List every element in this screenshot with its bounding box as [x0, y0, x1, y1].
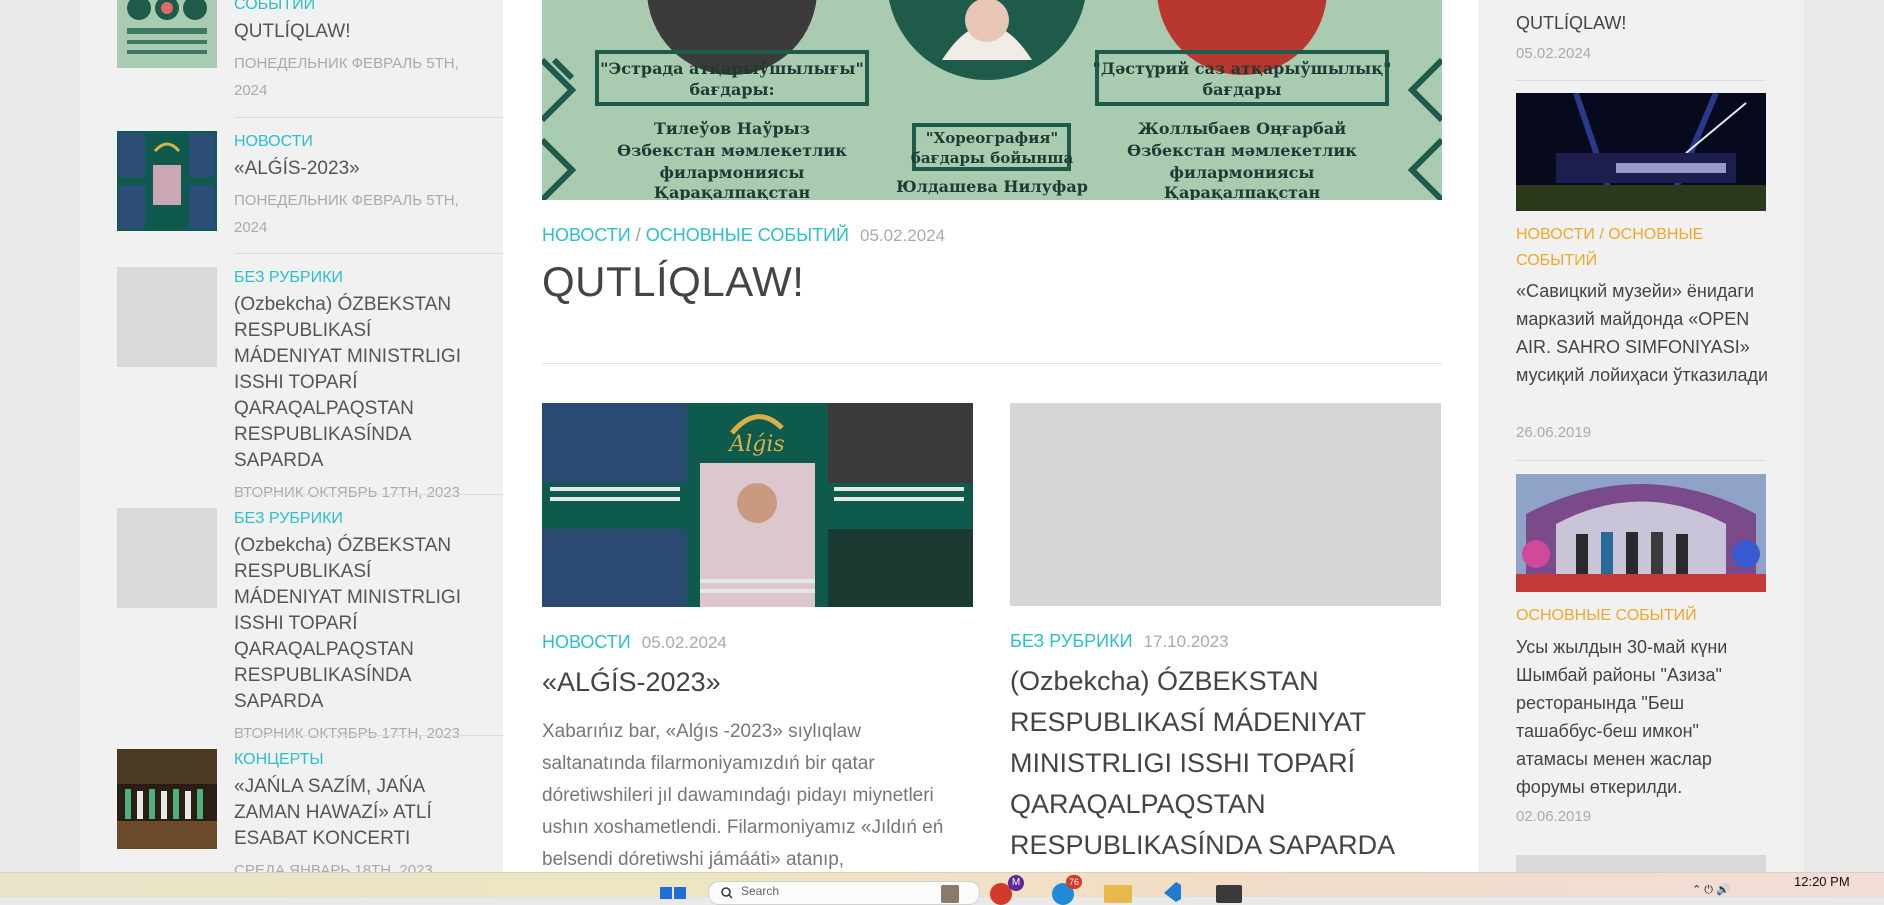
svg-text:Өзбекстан мәмлекетлик: Өзбекстан мәмлекетлик [617, 141, 847, 160]
placeholder-image[interactable] [1516, 855, 1766, 872]
widget-post-date: 02.06.2019 [1516, 808, 1592, 825]
widget-post-title[interactable]: QUTLÍQLAW! [1516, 9, 1768, 37]
divider [234, 494, 503, 495]
category-link[interactable]: НОВОСТИ [542, 225, 631, 245]
widget-post-date: 26.06.2019 [1516, 424, 1592, 441]
clock[interactable]: 12:20 PM [1794, 874, 1850, 889]
svg-text:"Хореография": "Хореография" [926, 129, 1058, 147]
divider [234, 735, 503, 736]
divider [542, 363, 1442, 364]
card-title[interactable]: (Ozbekcha) ÓZBEKSTAN RESPUBLIKASÍ MÁDENI… [1010, 661, 1441, 866]
widget-post-category[interactable]: ОСНОВНЫЕ СОБЫТИЙ [1516, 603, 1776, 629]
list-item[interactable]: КОНЦЕРТЫ «JAŃLA SAZÍM, JAŃA ZAMAN HAWAZÍ… [117, 749, 468, 872]
post-date: 05.02.2024 [859, 226, 946, 245]
post-title[interactable]: (Ozbekcha) ÓZBEKSTAN RESPUBLIKASÍ MÁDENI… [234, 292, 468, 474]
mail-badge: M [1008, 875, 1024, 891]
svg-text:бағдары: бағдары [1202, 80, 1281, 99]
post-category[interactable]: СОБЫТИЙ [234, 0, 468, 16]
left-sidebar: СОБЫТИЙ QUTLÍQLAW! ПОНЕДЕЛЬНИК ФЕВРАЛЬ 5… [80, 0, 503, 872]
post-thumbnail[interactable] [117, 749, 217, 849]
svg-text:Өзбекстан мәмлекетлик: Өзбекстан мәмлекетлик [1127, 141, 1357, 160]
post-title[interactable]: QUTLÍQLAW! [234, 19, 468, 45]
list-item[interactable]: БЕЗ РУБРИКИ (Ozbekcha) ÓZBEKSTAN RESPUBL… [117, 508, 468, 742]
svg-text:бағдары бойынша: бағдары бойынша [911, 149, 1074, 167]
card-meta: БЕЗ РУБРИКИ 17.10.2023 [1010, 629, 1229, 654]
right-sidebar: QUTLÍQLAW! 05.02.2024 НОВОСТИ / ОСНОВНЫЕ… [1478, 0, 1804, 872]
divider [234, 253, 503, 254]
svg-text:Жоллыбаев Оңғарбай: Жоллыбаев Оңғарбай [1138, 119, 1346, 138]
placeholder-thumbnail[interactable] [117, 508, 217, 608]
post-category[interactable]: НОВОСТИ [234, 131, 468, 153]
post-title[interactable]: «ALǴÍS-2023» [234, 156, 468, 182]
list-item[interactable]: НОВОСТИ «ALǴÍS-2023» ПОНЕДЕЛЬНИК ФЕВРАЛЬ… [117, 131, 468, 251]
post-date: ВТОРНИК ОКТЯБРЬ 17TH, 2023 [234, 725, 460, 742]
search-highlight-image [941, 885, 959, 903]
featured-meta: НОВОСТИ / ОСНОВНЫЕ СОБЫТИЙ 05.02.2024 [542, 223, 945, 248]
widget-post-title[interactable]: Усы жылдын 30-май күни Шымбай районы "Аз… [1516, 633, 1768, 801]
category-link[interactable]: ОСНОВНЫЕ СОБЫТИЙ [646, 225, 849, 245]
post-date: ПОНЕДЕЛЬНИК ФЕВРАЛЬ 5TH, 2024 [234, 55, 459, 99]
card-title[interactable]: «ALǴÍS-2023» [542, 662, 973, 703]
card-excerpt: Xabarıńız bar, «Alǵıs -2023» sıylıqlaw s… [542, 721, 944, 870]
alis-logo-text: Alǵis [727, 432, 784, 457]
vscode-icon[interactable] [1160, 881, 1182, 903]
main-content: "Эстрада атқарыўшылығы" бағдары: "Дәстүр… [503, 0, 1478, 872]
post-category[interactable]: КОНЦЕРТЫ [234, 749, 468, 771]
svg-text:"Дәстүрий саз атқарыўшылық": "Дәстүрий саз атқарыўшылық" [1093, 59, 1392, 78]
svg-text:Қарақалпақстан: Қарақалпақстан [654, 183, 811, 200]
terminal-icon[interactable] [1216, 885, 1242, 903]
post-title[interactable]: «JAŃLA SAZÍM, JAŃA ZAMAN HAWAZÍ» ATLÍ ES… [234, 774, 468, 852]
post-date: 17.10.2023 [1143, 632, 1229, 651]
post-date: ВТОРНИК ОКТЯБРЬ 17TH, 2023 [234, 484, 460, 501]
post-title[interactable]: (Ozbekcha) ÓZBEKSTAN RESPUBLIKASÍ MÁDENI… [234, 533, 468, 715]
svg-text:Юлдашева Нилуфар: Юлдашева Нилуфар [896, 177, 1088, 196]
post-date: 05.02.2024 [641, 633, 727, 652]
notification-badge: 76 [1066, 875, 1083, 889]
placeholder-thumbnail[interactable] [117, 267, 217, 367]
widget-post-category[interactable]: НОВОСТИ / ОСНОВНЫЕ СОБЫТИЙ [1516, 222, 1776, 274]
svg-text:бағдары:: бағдары: [689, 80, 774, 99]
category-separator: / [635, 225, 641, 245]
widget-post-image[interactable] [1516, 93, 1766, 211]
search-icon [721, 887, 733, 899]
post-thumbnail[interactable] [117, 131, 217, 231]
post-category[interactable]: БЕЗ РУБРИКИ [234, 267, 468, 289]
card-image[interactable]: Alǵis [542, 403, 973, 607]
taskbar-search[interactable]: Search [708, 881, 980, 905]
post-category[interactable]: БЕЗ РУБРИКИ [234, 508, 468, 530]
svg-text:"Эстрада атқарыўшылығы": "Эстрада атқарыўшылығы" [600, 59, 864, 78]
svg-text:филармониясы: филармониясы [1170, 163, 1315, 182]
list-item[interactable]: БЕЗ РУБРИКИ (Ozbekcha) ÓZBEKSTAN RESPUBL… [117, 267, 468, 501]
svg-text:филармониясы: филармониясы [660, 163, 805, 182]
taskbar: Search M 76 ⌃ ⏻ 🔊 12:20 PM [0, 872, 1884, 905]
divider [234, 117, 503, 118]
category-link[interactable]: НОВОСТИ [542, 632, 631, 652]
file-explorer-icon[interactable] [1104, 885, 1132, 903]
divider [1516, 80, 1766, 81]
system-tray-icons[interactable]: ⌃ ⏻ 🔊 [1692, 883, 1730, 897]
post-thumbnail[interactable] [117, 0, 217, 68]
widget-post-title[interactable]: «Савицкий музейи» ёнидаги марказий майдо… [1516, 277, 1768, 389]
list-item[interactable]: СОБЫТИЙ QUTLÍQLAW! ПОНЕДЕЛЬНИК ФЕВРАЛЬ 5… [117, 0, 468, 99]
featured-image[interactable]: "Эстрада атқарыўшылығы" бағдары: "Дәстүр… [542, 0, 1442, 200]
widget-post-image[interactable] [1516, 474, 1766, 592]
svg-text:Тилеўов Наўрыз: Тилеўов Наўрыз [654, 119, 810, 138]
widget-post-date: 05.02.2024 [1516, 45, 1592, 62]
divider [1516, 460, 1766, 461]
windows-start-icon[interactable] [660, 887, 686, 901]
card-meta: НОВОСТИ 05.02.2024 [542, 630, 727, 655]
category-link[interactable]: БЕЗ РУБРИКИ [1010, 631, 1133, 651]
svg-text:Қарақалпақстан: Қарақалпақстан [1164, 183, 1321, 200]
placeholder-image[interactable] [1010, 403, 1441, 606]
post-date: ПОНЕДЕЛЬНИК ФЕВРАЛЬ 5TH, 2024 [234, 192, 459, 236]
featured-title[interactable]: QUTLÍQLAW! [542, 258, 804, 306]
post-date: СРЕДА ЯНВАРЬ 18TH, 2023 [234, 862, 433, 872]
